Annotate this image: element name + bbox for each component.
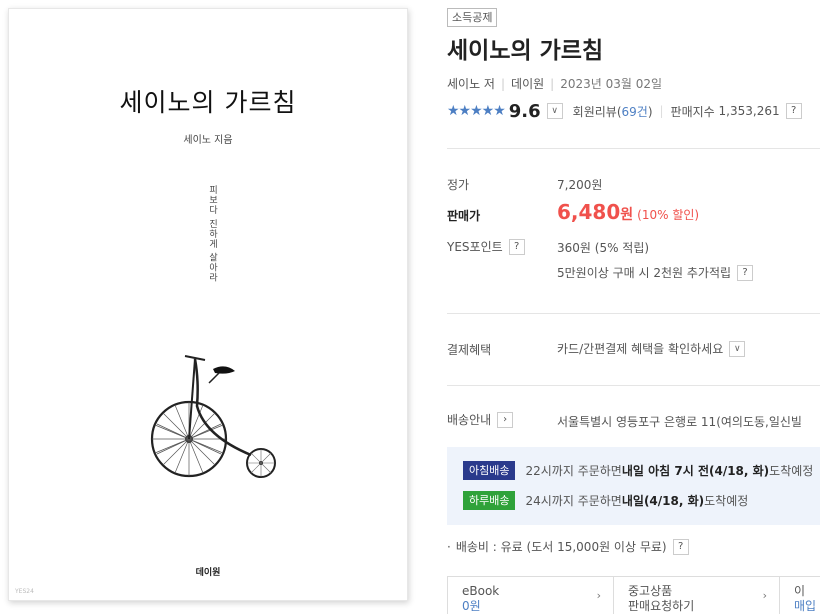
tab-title: 중고상품 [628,584,673,598]
payment-benefit-row[interactable]: 카드/간편결제 혜택을 확인하세요 ∨ [557,340,746,357]
payment-benefit-text: 카드/간편결제 혜택을 확인하세요 [557,342,724,356]
product-info-panel: 소득공제 세이노의 가르침 세이노 저 | 데이원 | 2023년 03월 02일 ★★… [447,0,820,614]
shipping-address[interactable]: 서울특별시 영등포구 은행로 11(여의도동,일신빌 [557,413,802,430]
cover-watermark: YES24 [15,588,34,595]
day-delivery-tag: 하루배송 [463,491,516,510]
sale-price-value: 6,480 [557,200,621,224]
tab-ebook[interactable]: eBook 0원 › [448,577,614,614]
tax-deduction-badge: 소득공제 [447,8,498,27]
payment-benefit-label: 결제혜택 [447,343,492,357]
extra-point-text: 5만원이상 구매 시 2천원 추가적립 [557,266,732,280]
sales-index-label: 판매지수 [670,104,715,119]
tab-title: 이 [794,584,806,598]
yes-point-help-button[interactable]: ? [508,238,525,255]
shipping-address-button[interactable]: › [497,411,514,428]
discount-rate: (10% 할인) [637,208,700,222]
shipping-label-group: 배송안내 › [447,411,514,428]
payment-benefit-dropdown[interactable]: ∨ [729,340,746,357]
day-delivery-row: 하루배송 24시까지 주문하면 내일(4/18, 화) 도착예정 [463,491,748,510]
day-delivery-eta: 내일(4/18, 화) [621,494,705,508]
publisher-link[interactable]: 데이원 [511,77,544,91]
shipping-fee-help-button[interactable]: ? [672,538,689,555]
bullet-icon: · [447,539,451,554]
sales-index-value: 1,353,261 [718,104,780,118]
list-price-value: 7,200원 [557,178,603,192]
sale-price-unit: 원 [620,207,634,223]
review-count: 69건 [621,104,648,119]
chevron-right-icon: › [503,413,508,425]
tab-more[interactable]: 이 매입 [780,577,820,614]
chevron-down-icon: ∨ [551,106,558,116]
question-icon: ? [742,266,748,278]
alt-format-tabs: eBook 0원 › 중고상품 판매요청하기 › 이 매입 [447,576,820,614]
sales-index-help-button[interactable]: ? [785,103,802,119]
yes-point-value: 360원 (5% 적립) [557,241,650,255]
chevron-right-icon: › [762,589,767,602]
product-title: 세이노의 가르침 [447,38,604,64]
product-meta: 세이노 저 | 데이원 | 2023년 03월 02일 [447,77,663,91]
cover-title: 세이노의 가르침 [119,88,297,117]
book-cover-image[interactable]: 세이노의 가르침 세이노 지음 피보다 진하게 살아라 데이원 YES24 [8,8,408,601]
rating-dropdown-button[interactable]: ∨ [546,103,563,119]
cover-publisher: 데이원 [195,568,221,578]
tab-sub: 판매요청하기 [628,599,695,613]
penny-farthing-illustration [150,355,276,478]
divider [447,385,820,386]
tab-title: eBook [462,584,500,598]
author-link[interactable]: 세이노 저 [447,77,495,91]
sale-price-label: 판매가 [447,209,481,223]
cover-author: 세이노 지음 [183,135,233,146]
list-price-label: 정가 [447,178,470,192]
sale-price-group: 6,480원 (10% 할인) [557,200,699,224]
shipping-fee-text: 배송비 : 유료 (도서 15,000원 이상 무료) [455,540,667,554]
chevron-right-icon: › [596,589,601,602]
review-link[interactable]: 회원리뷰(69건) [573,103,653,120]
divider [447,313,820,314]
rating-stars-icon: ★★★★★ [447,103,506,119]
question-icon: ? [677,540,684,552]
shipping-label: 배송안내 [447,413,492,427]
divider [447,148,820,149]
question-icon: ? [514,240,520,252]
cover-tagline: 피보다 진하게 살아라 [207,185,217,283]
extra-point-row: 5만원이상 구매 시 2천원 추가적립 ? [557,264,754,281]
tab-sub: 매입 [794,599,817,613]
yes-point-label: YES포인트 [447,240,503,254]
rating-row: ★★★★★ 9.6 ∨ 회원리뷰(69건) | 판매지수 1,353,261 ? [447,100,802,122]
tab-used-goods[interactable]: 중고상품 판매요청하기 › [614,577,780,614]
shipping-fee-row: · 배송비 : 유료 (도서 15,000원 이상 무료) ? [447,538,689,555]
publish-date: 2023년 03월 02일 [560,77,663,91]
extra-point-help-button[interactable]: ? [737,264,754,281]
tab-sub: 0원 [462,599,481,613]
yes-point-label-group: YES포인트 ? [447,238,525,255]
rating-score: 9.6 [508,100,541,122]
morning-delivery-row: 아침배송 22시까지 주문하면 내일 아침 7시 전(4/18, 화) 도착예정 [463,461,813,480]
morning-delivery-tag: 아침배송 [463,461,516,480]
morning-delivery-eta: 내일 아침 7시 전(4/18, 화) [621,464,770,478]
question-icon: ? [790,105,797,116]
delivery-options-box: 아침배송 22시까지 주문하면 내일 아침 7시 전(4/18, 화) 도착예정… [447,447,820,525]
chevron-down-icon: ∨ [733,343,741,354]
